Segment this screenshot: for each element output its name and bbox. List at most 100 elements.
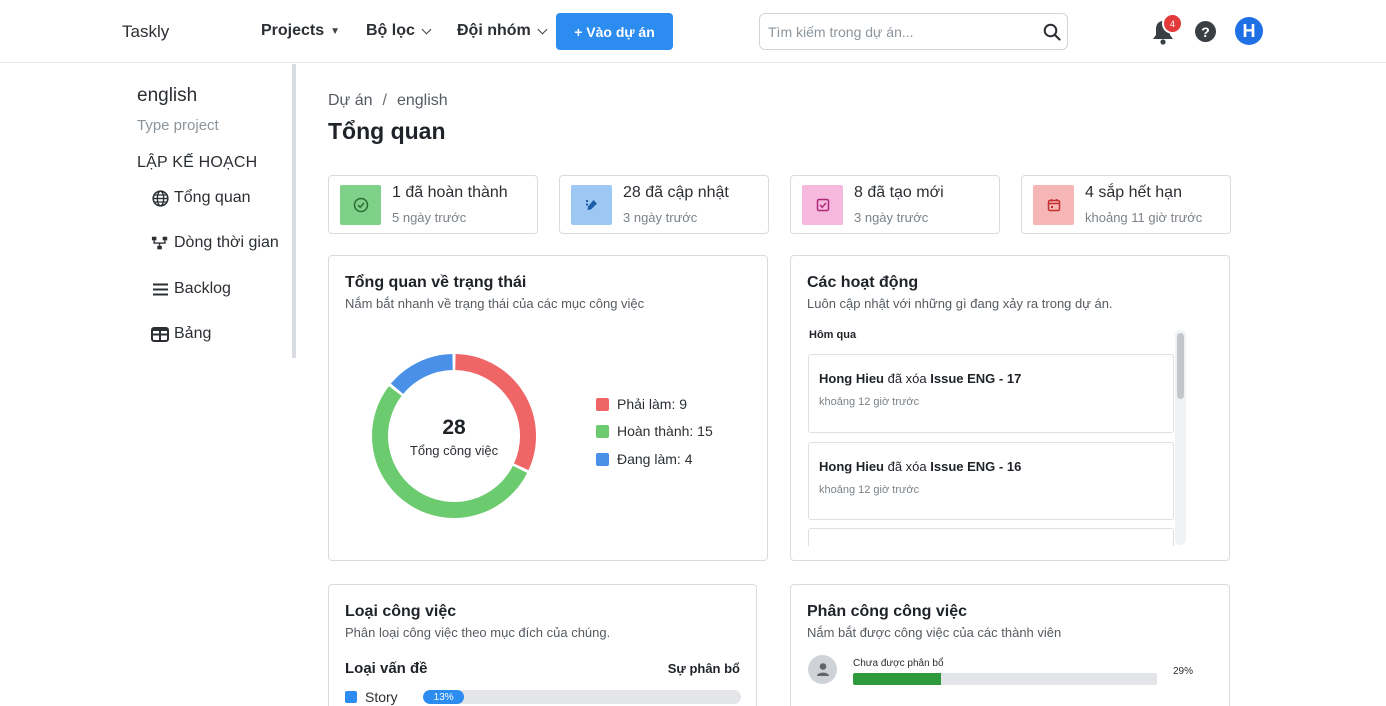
activity-item-partial[interactable] (808, 528, 1174, 546)
stat-card-completed: 1 đã hoàn thành 5 ngày trước (328, 175, 538, 234)
calendar-icon (1033, 185, 1074, 225)
sidebar-divider (292, 64, 296, 358)
sidebar-item-board[interactable]: Bảng (151, 325, 211, 343)
team-menu[interactable]: Đội nhóm (457, 22, 548, 40)
activity-target[interactable]: Issue ENG - 16 (930, 459, 1021, 474)
brand-logo[interactable]: Taskly (122, 22, 169, 42)
user-placeholder-icon (808, 655, 837, 684)
filter-menu[interactable]: Bộ lọc (366, 22, 432, 40)
work-type-swatch (345, 691, 357, 703)
activity-time: khoảng 12 giờ trước (819, 396, 920, 408)
breadcrumb: Dự án / english (328, 92, 448, 110)
panel-title: Các hoạt động (807, 274, 919, 291)
activity-text: Hong Hieu đã xóa Issue ENG - 17 (819, 371, 1021, 386)
caret-down-icon: ▼ (330, 25, 341, 37)
legend-item-done: Hoàn thành: 15 (596, 423, 713, 439)
sidebar-item-timeline[interactable]: Dòng thời gian (151, 234, 279, 252)
chevron-down-icon (421, 24, 432, 34)
activity-target[interactable]: Issue ENG - 17 (930, 371, 1021, 386)
legend-label: Phải làm: 9 (617, 396, 688, 412)
legend-item-todo: Phải làm: 9 (596, 396, 687, 412)
stat-label: 1 đã hoàn thành (392, 184, 508, 201)
legend-swatch (596, 424, 609, 438)
breadcrumb-current: english (396, 92, 448, 109)
panel-subtitle: Nắm bắt được công việc của các thành viê… (807, 625, 1062, 640)
legend-item-in-progress: Đang làm: 4 (596, 451, 692, 467)
activity-user: Hong Hieu (819, 371, 884, 386)
panel-title: Tổng quan về trạng thái (345, 274, 527, 291)
donut-total-label: Tổng công việc (409, 443, 499, 458)
activity-action: đã xóa (884, 459, 931, 474)
donut-total: 28 (442, 416, 466, 439)
panel-subtitle: Phân loại công việc theo mục đích của ch… (345, 625, 611, 640)
stat-label: 8 đã tạo mới (854, 184, 944, 201)
stat-time: 5 ngày trước (392, 210, 467, 225)
stat-label: 4 sắp hết hạn (1085, 184, 1182, 201)
sidebar-item-label: Tổng quan (174, 189, 251, 206)
activity-panel: Các hoạt động Luôn cập nhật với những gì… (790, 255, 1230, 561)
stat-card-updated: 28 đã cập nhật 3 ngày trước (559, 175, 769, 234)
work-type-progress-fill: 13% (423, 690, 465, 704)
panel-title: Loại công việc (345, 603, 457, 620)
activity-scrollbar-thumb[interactable] (1177, 333, 1184, 399)
list-icon (151, 280, 169, 298)
search-box (759, 13, 1068, 50)
breadcrumb-separator: / (382, 92, 387, 109)
work-type-progress-bar: 13% (423, 690, 741, 704)
chevron-down-icon (537, 24, 548, 34)
search-icon[interactable] (1037, 17, 1067, 47)
assignment-panel: Phân công công việc Nắm bắt được công vi… (790, 584, 1230, 706)
assignee-percent: 29% (1173, 666, 1194, 677)
notification-badge: 4 (1162, 13, 1183, 34)
activity-item[interactable]: Hong Hieu đã xóa Issue ENG - 16 khoảng 1… (808, 442, 1174, 520)
top-navbar: Taskly Projects ▼ Bộ lọc Đội nhóm + Vào … (0, 0, 1386, 63)
projects-menu[interactable]: Projects ▼ (261, 22, 340, 40)
stat-card-due-soon: 4 sắp hết hạn khoảng 11 giờ trước (1021, 175, 1231, 234)
breadcrumb-root[interactable]: Dự án (328, 92, 373, 110)
status-overview-panel: Tổng quan về trạng thái Nắm bắt nhanh về… (328, 255, 768, 561)
activity-user: Hong Hieu (819, 459, 884, 474)
globe-icon (151, 189, 169, 207)
legend-label: Hoàn thành: 15 (617, 423, 713, 439)
assignee-name: Chưa được phân bổ (853, 658, 944, 669)
activity-day-label: Hôm qua (809, 329, 857, 341)
stat-time: 3 ngày trước (623, 210, 698, 225)
activity-item[interactable]: Hong Hieu đã xóa Issue ENG - 17 khoảng 1… (808, 354, 1174, 433)
panel-subtitle: Luôn cập nhật với những gì đang xảy ra t… (807, 296, 1113, 311)
help-icon[interactable]: ? (1195, 21, 1216, 42)
work-type-panel: Loại công việc Phân loại công việc theo … (328, 584, 757, 706)
stat-card-created: 8 đã tạo mới 3 ngày trước (790, 175, 1000, 234)
donut-slice-in-progress[interactable] (390, 354, 454, 395)
check-square-icon (802, 185, 843, 225)
page-title: Tổng quan (328, 118, 446, 144)
column-header-distribution: Sự phân bổ (667, 661, 740, 676)
timeline-icon (151, 234, 169, 252)
board-icon (151, 325, 169, 343)
user-avatar[interactable]: H (1235, 17, 1263, 45)
sidebar-item-label: Backlog (174, 280, 231, 297)
legend-label: Đang làm: 4 (617, 451, 693, 467)
assignee-progress-bar (853, 673, 1157, 685)
activity-time: khoảng 12 giờ trước (819, 484, 920, 496)
sidebar-project-name: english (137, 85, 198, 106)
stat-time: khoảng 11 giờ trước (1085, 210, 1203, 225)
filter-menu-label: Bộ lọc (366, 22, 415, 39)
panel-title: Phân công công việc (807, 603, 968, 620)
stat-label: 28 đã cập nhật (623, 184, 729, 201)
check-circle-icon (340, 185, 381, 225)
sidebar-item-overview[interactable]: Tổng quan (151, 189, 251, 207)
column-header-type: Loại vấn đề (345, 660, 428, 677)
team-menu-label: Đội nhóm (457, 22, 531, 39)
sidebar-section-title: LẬP KẾ HOẠCH (137, 154, 258, 171)
sidebar-project-type: Type project (137, 117, 219, 134)
work-type-row: Story (345, 689, 398, 705)
enter-project-button[interactable]: + Vào dự án (556, 13, 673, 50)
projects-menu-label: Projects (261, 22, 325, 39)
sidebar-item-label: Dòng thời gian (174, 234, 279, 251)
assignee-progress-fill (853, 673, 942, 685)
work-type-label: Story (365, 689, 398, 705)
sidebar-item-backlog[interactable]: Backlog (151, 280, 231, 298)
activity-action: đã xóa (884, 371, 931, 386)
search-input[interactable] (768, 23, 1037, 40)
legend-swatch (596, 452, 609, 466)
